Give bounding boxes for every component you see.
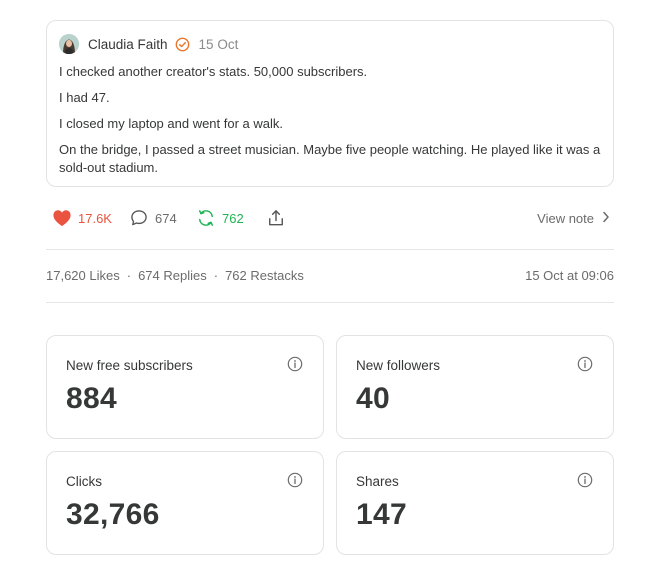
comment-icon xyxy=(129,208,149,228)
verified-check-icon xyxy=(175,37,190,52)
metric-value: 884 xyxy=(66,382,117,415)
engagement-summary: 17,620 Likes · 674 Replies · 762 Restack… xyxy=(46,268,614,286)
metric-card-shares: Shares 147 xyxy=(336,451,614,555)
metric-label: Shares xyxy=(356,474,399,489)
divider xyxy=(46,302,614,303)
info-icon[interactable] xyxy=(577,356,593,372)
engagement-counts: 17,620 Likes · 674 Replies · 762 Restack… xyxy=(46,268,304,283)
separator-dot: · xyxy=(213,268,219,283)
reply-count: 674 xyxy=(155,210,177,226)
heart-icon xyxy=(52,209,72,227)
like-count: 17.6K xyxy=(78,210,112,226)
metric-label: New followers xyxy=(356,358,441,373)
restack-button[interactable]: 762 xyxy=(196,206,244,230)
replies-total[interactable]: 674 Replies xyxy=(138,268,207,283)
metric-value: 40 xyxy=(356,382,390,415)
restack-icon xyxy=(196,208,216,228)
metric-card-new-free-subscribers: New free subscribers 884 xyxy=(46,335,324,439)
note-timestamp: 15 Oct at 09:06 xyxy=(525,268,614,283)
note-actions: 17.6K 674 762 View note xyxy=(46,206,614,230)
info-icon[interactable] xyxy=(287,472,303,488)
separator-dot: · xyxy=(126,268,132,283)
metric-label: Clicks xyxy=(66,474,102,489)
avatar[interactable] xyxy=(59,34,79,54)
note-paragraph: On the bridge, I passed a street musicia… xyxy=(59,142,601,175)
likes-total[interactable]: 17,620 Likes xyxy=(46,268,120,283)
reply-button[interactable]: 674 xyxy=(129,206,177,230)
share-icon xyxy=(266,208,286,228)
view-note-label: View note xyxy=(537,210,594,226)
note-card[interactable]: Claudia Faith 15 Oct I checked another c… xyxy=(46,20,614,187)
chevron-right-icon xyxy=(594,211,610,226)
metric-value: 147 xyxy=(356,498,407,531)
note-paragraph: I had 47. xyxy=(59,90,110,105)
metric-label: New free subscribers xyxy=(66,358,193,373)
metric-card-clicks: Clicks 32,766 xyxy=(46,451,324,555)
restacks-total[interactable]: 762 Restacks xyxy=(225,268,304,283)
info-icon[interactable] xyxy=(287,356,303,372)
like-button[interactable]: 17.6K xyxy=(52,206,112,230)
note-paragraph: I closed my laptop and went for a walk. xyxy=(59,116,284,131)
divider xyxy=(46,249,614,250)
author-name[interactable]: Claudia Faith xyxy=(88,37,168,52)
metric-value: 32,766 xyxy=(66,498,160,531)
note-date: 15 Oct xyxy=(198,36,239,52)
share-button[interactable] xyxy=(266,206,286,230)
metric-card-new-followers: New followers 40 xyxy=(336,335,614,439)
restack-count: 762 xyxy=(222,210,244,226)
note-body: I checked another creator's stats. 50,00… xyxy=(59,63,604,185)
info-icon[interactable] xyxy=(577,472,593,488)
note-header: Claudia Faith 15 Oct xyxy=(59,33,238,55)
view-note-link[interactable]: View note xyxy=(537,206,610,230)
note-paragraph: I checked another creator's stats. 50,00… xyxy=(59,64,368,79)
